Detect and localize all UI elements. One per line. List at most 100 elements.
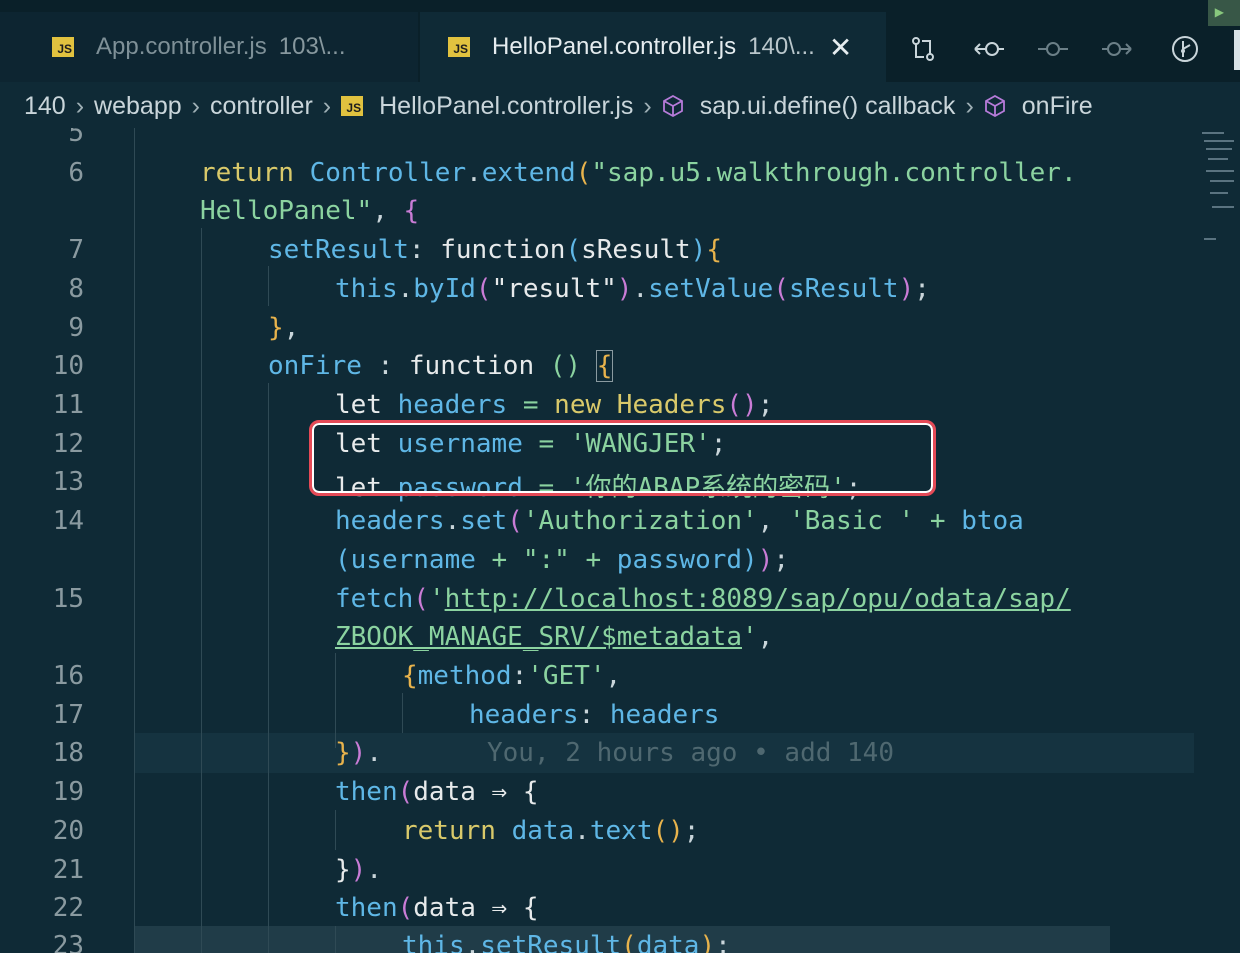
token: + [569, 545, 617, 575]
token: ) [742, 545, 758, 575]
token: return [200, 158, 294, 188]
token: this [402, 931, 465, 953]
token: ; [757, 390, 774, 420]
token: set [460, 506, 508, 536]
token: ; [683, 816, 700, 846]
token: data [413, 893, 476, 923]
token: ( [397, 777, 414, 807]
token: sResult [789, 274, 899, 304]
breadcrumb-separator: › [75, 91, 85, 120]
token: ( [773, 274, 789, 304]
next-change-icon[interactable] [1100, 34, 1132, 64]
token: { [595, 350, 614, 382]
token: new [554, 390, 602, 420]
breadcrumb-item-file[interactable]: HelloPanel.controller.js [379, 92, 633, 121]
token: ) [690, 235, 707, 265]
url-link[interactable]: ZBOOK_MANAGE_SRV/$metadata [335, 622, 742, 652]
commit-icon[interactable] [1036, 34, 1068, 64]
token: + [914, 506, 962, 536]
code-line-20: return data.text(); [402, 816, 699, 846]
previous-change-icon[interactable] [972, 34, 1004, 64]
token: data [511, 816, 575, 846]
token: : [361, 351, 409, 381]
token: . [366, 738, 382, 768]
token: function [440, 235, 566, 265]
minimap[interactable] [1200, 128, 1240, 268]
code-line-19: then(data ⇒ { [335, 777, 539, 807]
breadcrumb-item-onfire[interactable]: onFire [1022, 92, 1093, 121]
compare-changes-icon[interactable] [908, 34, 938, 64]
minimap-line [1202, 132, 1224, 134]
tab-app-controller[interactable]: JS App.controller.js 103\... [0, 12, 418, 82]
git-graph-icon[interactable] [1170, 34, 1200, 64]
line-number: 10 [52, 351, 84, 381]
js-file-icon: JS [448, 37, 470, 57]
code-line-6-wrap: HelloPanel", { [200, 196, 419, 226]
token: ( [575, 158, 592, 188]
tab-description: 140\... [748, 33, 815, 60]
minimap-line [1210, 180, 1234, 182]
token: () [549, 351, 582, 381]
token: () [726, 390, 758, 420]
token: { [522, 893, 539, 923]
breadcrumb-item-140[interactable]: 140 [24, 92, 66, 121]
token: . [574, 816, 590, 846]
indent-guide [335, 810, 336, 850]
token: , [283, 313, 300, 343]
code-line-14-wrap: (username + ":" + password)); [335, 545, 789, 575]
breadcrumb-item-callback[interactable]: sap.ui.define() callback [700, 92, 956, 121]
close-icon[interactable]: ✕ [829, 31, 852, 64]
tab-hellopanel-controller[interactable]: JS HelloPanel.controller.js 140\... ✕ [420, 12, 886, 82]
token: . [366, 855, 382, 885]
token: : [578, 700, 610, 730]
token: ; [773, 545, 789, 575]
code-line-18: }). [335, 738, 382, 768]
indent-guide [335, 926, 336, 953]
git-blame-annotation: You, 2 hours ago • add 140 [487, 738, 894, 768]
code-line-9: }, [268, 313, 299, 343]
token: + [475, 545, 523, 575]
token: HelloPanel" [200, 196, 373, 226]
line-number: 13 [52, 467, 84, 497]
token: ⇒ [475, 777, 523, 807]
token: . [466, 158, 482, 188]
breadcrumb-item-webapp[interactable]: webapp [94, 92, 182, 121]
token: let [335, 390, 382, 420]
token: 'Authorization' [522, 506, 758, 536]
token: ) [616, 274, 633, 304]
breadcrumb-item-controller[interactable]: controller [210, 92, 313, 121]
token: this [335, 274, 398, 304]
token: function [408, 351, 535, 381]
minimap-line [1204, 140, 1234, 142]
token: ' [428, 584, 445, 614]
url-link[interactable]: http://localhost:8089/sap/opu/odata/sap/ [445, 584, 1071, 614]
indent-guide [335, 653, 336, 748]
code-line-15: fetch('http://localhost:8089/sap/opu/oda… [335, 584, 1071, 614]
token: data [636, 931, 700, 953]
token: ( [565, 235, 582, 265]
line-number: 12 [52, 429, 84, 459]
tab-description: 103\... [278, 33, 346, 60]
breadcrumb: 140 › webapp › controller › JS HelloPane… [0, 84, 1240, 128]
minimap-line [1208, 158, 1228, 160]
token: byId [413, 274, 476, 304]
code-line-14: headers.set('Authorization', 'Basic ' + … [335, 506, 1024, 536]
line-number: 19 [52, 777, 84, 807]
token: { [522, 777, 539, 807]
token: ( [475, 274, 492, 304]
token: "result" [491, 274, 617, 304]
indent-guide [402, 693, 403, 733]
line-number: 17 [52, 700, 84, 730]
token: () [652, 816, 684, 846]
code-editor[interactable]: 5 6 7 8 9 10 11 12 13 14 15 16 17 18 19 … [0, 128, 1240, 953]
code-line-17: headers: headers [469, 700, 719, 730]
highlight-box [309, 420, 936, 496]
token: { [706, 235, 722, 265]
token: = [507, 390, 555, 420]
token: ( [413, 584, 429, 614]
token: } [335, 855, 351, 885]
token: data [413, 777, 476, 807]
panel-edge [1234, 30, 1240, 70]
